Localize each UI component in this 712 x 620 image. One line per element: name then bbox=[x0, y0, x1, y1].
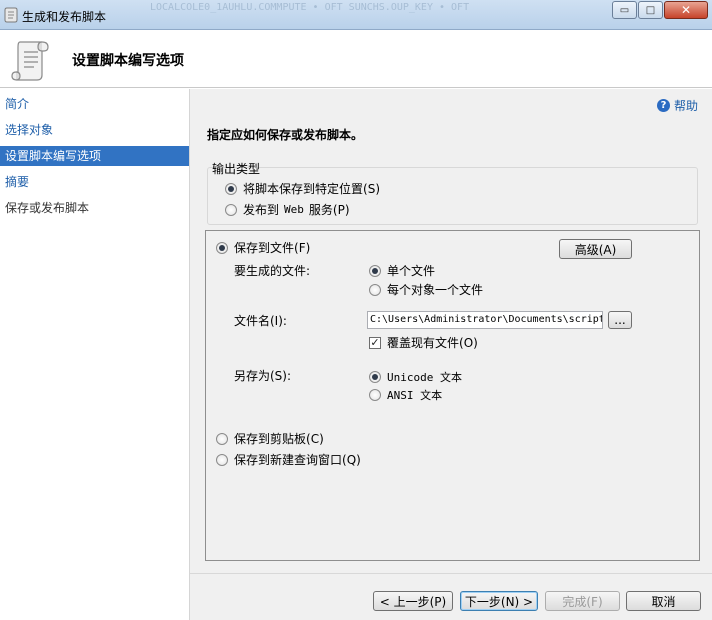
page-header: 设置脚本编写选项 bbox=[0, 30, 712, 88]
save-to-query-window-key: (Q) bbox=[342, 452, 361, 467]
save-to-clipboard-radio[interactable] bbox=[216, 432, 228, 445]
page-title: 设置脚本编写选项 bbox=[72, 53, 184, 69]
help-label: 帮助 bbox=[673, 99, 698, 113]
single-file-label: 单个文件 bbox=[387, 264, 436, 278]
overwrite-checkbox[interactable]: ✓ bbox=[369, 336, 381, 349]
publish-suffix: 服务 bbox=[308, 203, 333, 217]
title-bar: 生成和发布脚本 LOCALCOLE0_1AUHLU.COMMPUTE • OFT… bbox=[0, 0, 712, 30]
publish-web-option[interactable]: 发布到 Web 服务 (P) bbox=[225, 201, 350, 218]
unicode-option[interactable]: Unicode 文本 bbox=[369, 369, 462, 385]
output-type-legend: 输出类型 bbox=[212, 162, 261, 176]
minimize-icon: ▭ bbox=[619, 4, 630, 16]
publish-web-label: Web bbox=[284, 203, 304, 216]
nav-item-introduction[interactable]: 简介 bbox=[0, 91, 189, 117]
save-to-location-option[interactable]: 将脚本保存到特定位置 (S) bbox=[225, 180, 380, 197]
save-to-location-key: (S) bbox=[363, 181, 380, 196]
maximize-icon: □ bbox=[645, 4, 656, 16]
save-to-clipboard-key: (C) bbox=[306, 431, 324, 446]
save-to-clipboard-label: 保存到剪贴板 bbox=[234, 432, 307, 446]
advanced-button[interactable]: 高级(A) bbox=[559, 239, 632, 259]
save-to-file-option[interactable]: 保存到文件 (F) bbox=[216, 239, 310, 256]
save-to-clipboard-option[interactable]: 保存到剪贴板 (C) bbox=[216, 430, 324, 447]
footer-separator bbox=[190, 573, 712, 574]
scroll-app-icon bbox=[4, 7, 18, 23]
save-to-file-label: 保存到文件 bbox=[234, 241, 295, 255]
unicode-label: Unicode 文本 bbox=[387, 371, 462, 384]
save-options-panel: 保存到文件 (F) 高级(A) 要生成的文件: 单个文件 每个对象一个文件 文件… bbox=[205, 230, 700, 561]
ansi-radio[interactable] bbox=[369, 389, 381, 401]
previous-button[interactable]: < 上一步(P) bbox=[373, 591, 453, 611]
overwrite-key: (O) bbox=[459, 335, 478, 350]
finish-button: 完成(F) bbox=[545, 591, 620, 611]
nav-item-choose-objects[interactable]: 选择对象 bbox=[0, 117, 189, 143]
single-file-radio[interactable] bbox=[369, 264, 381, 277]
nav-item-save-or-publish: 保存或发布脚本 bbox=[5, 201, 90, 215]
background-window-title: LOCALCOLE0_1AUHLU.COMMPUTE • OFT SUNCHS.… bbox=[150, 2, 470, 13]
files-to-generate-label: 要生成的文件: bbox=[234, 264, 311, 278]
browse-button[interactable]: ... bbox=[608, 311, 632, 329]
save-as-label: 另存为(S): bbox=[234, 369, 292, 383]
filename-input[interactable]: C:\Users\Administrator\Documents\script bbox=[367, 311, 603, 329]
close-icon: ✕ bbox=[680, 3, 692, 17]
ansi-label: ANSI 文本 bbox=[387, 389, 443, 402]
help-link[interactable]: ? 帮助 bbox=[656, 97, 698, 114]
save-to-query-window-label: 保存到新建查询窗口 bbox=[234, 453, 343, 467]
save-to-location-label: 将脚本保存到特定位置 bbox=[243, 182, 364, 196]
save-to-query-window-option[interactable]: 保存到新建查询窗口 (Q) bbox=[216, 451, 361, 468]
file-per-object-label: 每个对象一个文件 bbox=[387, 283, 484, 297]
content-pane: ? 帮助 指定应如何保存或发布脚本。 输出类型 将脚本保存到特定位置 (S) 发… bbox=[190, 89, 712, 620]
save-to-query-window-radio[interactable] bbox=[216, 453, 228, 466]
file-per-object-option[interactable]: 每个对象一个文件 bbox=[369, 281, 483, 298]
wizard-nav: 简介 选择对象 设置脚本编写选项 摘要 保存或发布脚本 bbox=[0, 89, 190, 620]
window-title: 生成和发布脚本 bbox=[22, 10, 107, 24]
overwrite-label: 覆盖现有文件 bbox=[387, 336, 460, 350]
overwrite-option[interactable]: ✓ 覆盖现有文件 (O) bbox=[369, 334, 478, 351]
single-file-option[interactable]: 单个文件 bbox=[369, 262, 435, 279]
filename-label: 文件名(I): bbox=[234, 314, 287, 328]
instruction-text: 指定应如何保存或发布脚本。 bbox=[207, 128, 364, 142]
scroll-icon bbox=[11, 41, 49, 81]
save-to-file-key: (F) bbox=[294, 240, 311, 255]
help-icon: ? bbox=[656, 99, 670, 112]
file-per-object-radio[interactable] bbox=[369, 283, 381, 296]
close-button[interactable]: ✕ bbox=[664, 1, 708, 19]
cancel-button[interactable]: 取消 bbox=[626, 591, 701, 611]
output-type-group: 输出类型 将脚本保存到特定位置 (S) 发布到 Web 服务 (P) bbox=[207, 157, 698, 225]
nav-item-summary[interactable]: 摘要 bbox=[0, 169, 189, 195]
maximize-button[interactable]: □ bbox=[638, 1, 663, 19]
save-to-location-radio[interactable] bbox=[225, 182, 237, 195]
nav-item-scripting-options[interactable]: 设置脚本编写选项 bbox=[0, 146, 189, 166]
minimize-button[interactable]: ▭ bbox=[612, 1, 637, 19]
unicode-radio[interactable] bbox=[369, 371, 381, 383]
save-to-file-radio[interactable] bbox=[216, 241, 228, 254]
publish-prefix: 发布到 bbox=[243, 203, 280, 217]
ansi-option[interactable]: ANSI 文本 bbox=[369, 387, 442, 403]
publish-web-radio[interactable] bbox=[225, 203, 237, 216]
next-button[interactable]: 下一步(N) > bbox=[460, 591, 538, 611]
publish-key: (P) bbox=[332, 202, 350, 217]
